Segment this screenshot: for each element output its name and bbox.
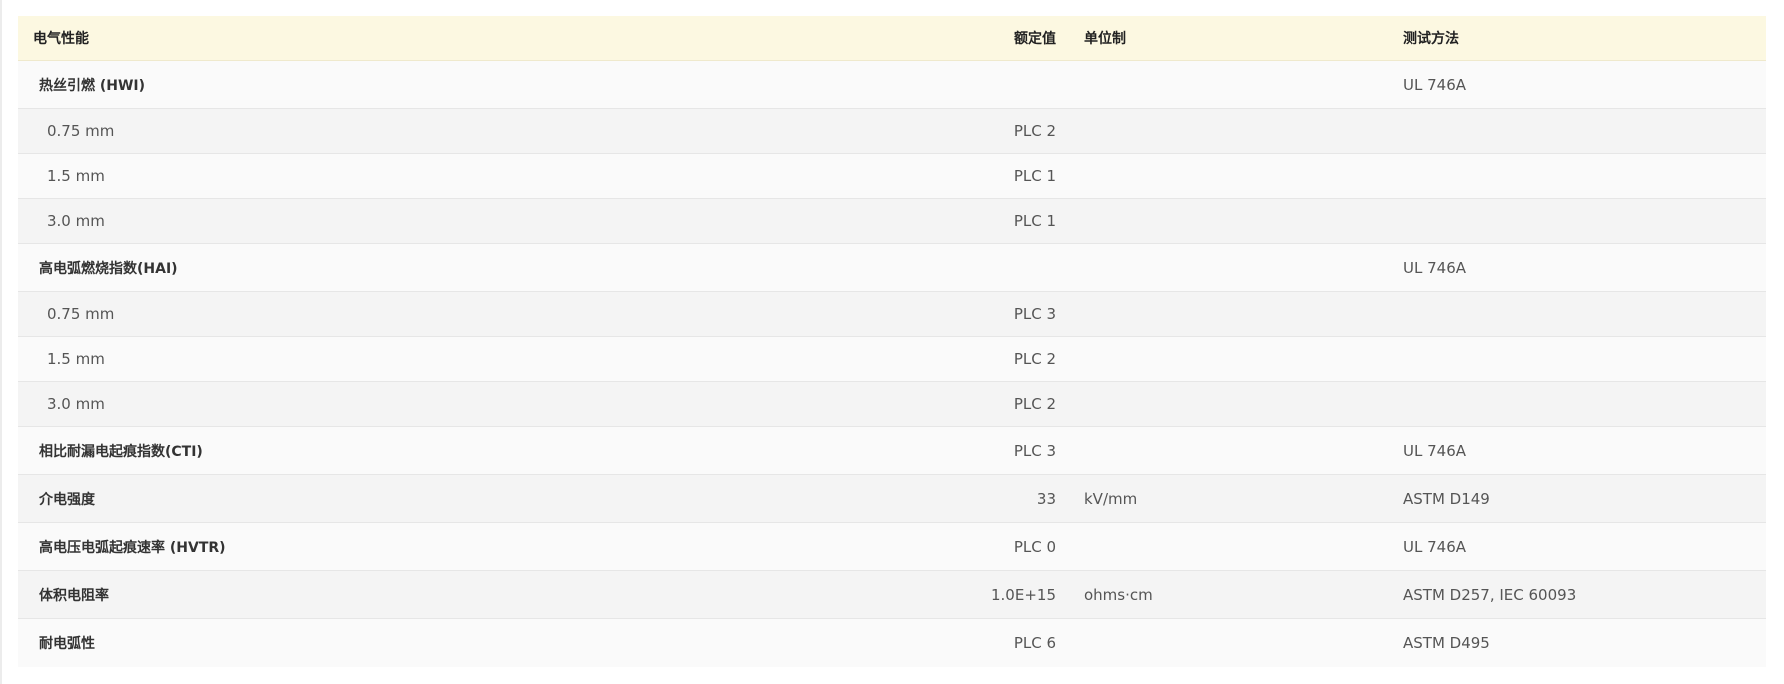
property-method: UL 746A: [1403, 441, 1466, 460]
property-name: 耐电弧性: [39, 636, 95, 652]
table-row-hwi-sub: 1.5 mm PLC 1: [18, 154, 1766, 199]
property-name: 体积电阻率: [39, 587, 109, 604]
header-unit: 单位制: [1084, 31, 1126, 47]
table-row-hwi-sub: 0.75 mm PLC 2: [18, 109, 1766, 154]
table-row-hai: 高电弧燃烧指数(HAI) UL 746A: [18, 244, 1766, 292]
table-row-cti: 相比耐漏电起痕指数(CTI) PLC 3 UL 746A: [18, 427, 1766, 475]
table-row-hai-sub: 3.0 mm PLC 2: [18, 382, 1766, 427]
thickness: 3.0 mm: [47, 212, 105, 230]
property-value: PLC 2: [1013, 395, 1056, 413]
property-method: UL 746A: [1403, 258, 1466, 277]
property-value: PLC 2: [1013, 350, 1056, 368]
table-header-row: 电气性能 额定值 单位制 测试方法: [18, 16, 1766, 61]
electrical-properties-table: 电气性能 额定值 单位制 测试方法 热丝引燃 (HWI) UL 746A 0.7…: [18, 16, 1766, 667]
property-name: 热丝引燃 (HWI): [39, 77, 146, 94]
table-row-hai-sub: 1.5 mm PLC 2: [18, 337, 1766, 382]
table-row-dielectric: 介电强度 33 kV/mm ASTM D149: [18, 475, 1766, 523]
property-value: PLC 6: [1013, 634, 1056, 652]
property-value: 33: [1036, 489, 1056, 508]
table-row-arc: 耐电弧性 PLC 6 ASTM D495: [18, 619, 1766, 667]
table-row-hwi: 热丝引燃 (HWI) UL 746A: [18, 61, 1766, 109]
header-value: 额定值: [1014, 31, 1056, 47]
property-value: 1.0E+15: [991, 585, 1056, 604]
property-method: UL 746A: [1403, 75, 1466, 94]
property-method: ASTM D495: [1403, 634, 1490, 652]
table-row-hvtr: 高电压电弧起痕速率 (HVTR) PLC 0 UL 746A: [18, 523, 1766, 571]
property-value: PLC 0: [1013, 537, 1056, 556]
property-method: ASTM D149: [1403, 489, 1490, 508]
thickness: 0.75 mm: [47, 305, 115, 323]
header-property: 电气性能: [33, 31, 89, 47]
thickness: 3.0 mm: [47, 395, 105, 413]
property-name: 高电弧燃烧指数(HAI): [39, 260, 178, 277]
property-name: 相比耐漏电起痕指数(CTI): [39, 443, 203, 460]
header-method: 测试方法: [1403, 31, 1459, 47]
property-unit: ohms·cm: [1084, 585, 1153, 604]
page-edge: [0, 0, 2, 684]
property-value: PLC 1: [1013, 167, 1056, 185]
table-row-hai-sub: 0.75 mm PLC 3: [18, 292, 1766, 337]
property-unit: kV/mm: [1084, 489, 1138, 508]
property-value: PLC 3: [1013, 305, 1056, 323]
table-row-hwi-sub: 3.0 mm PLC 1: [18, 199, 1766, 244]
table-row-resistivity: 体积电阻率 1.0E+15 ohms·cm ASTM D257, IEC 600…: [18, 571, 1766, 619]
thickness: 1.5 mm: [47, 350, 105, 368]
property-value: PLC 3: [1013, 441, 1056, 460]
property-method: ASTM D257, IEC 60093: [1403, 585, 1577, 604]
property-value: PLC 1: [1013, 212, 1056, 230]
property-value: PLC 2: [1013, 122, 1056, 140]
property-name: 介电强度: [39, 491, 95, 508]
thickness: 0.75 mm: [47, 122, 115, 140]
property-method: UL 746A: [1403, 537, 1466, 556]
property-name: 高电压电弧起痕速率 (HVTR): [39, 539, 226, 556]
thickness: 1.5 mm: [47, 167, 105, 185]
